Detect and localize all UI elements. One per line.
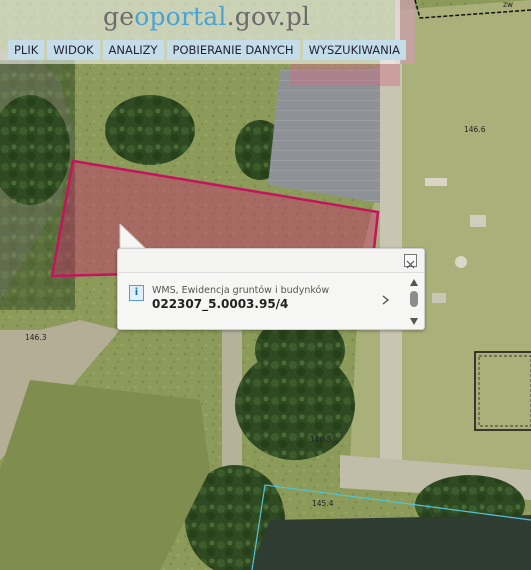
scrollbar-thumb[interactable] <box>410 291 418 307</box>
menu-pobieranie-danych[interactable]: POBIERANIE DANYCH <box>166 40 300 60</box>
popup-layer-name: WMS, Ewidencja gruntów i budynków <box>152 285 330 296</box>
elevation-label: 145.4 <box>312 499 334 508</box>
elevation-label: 146.8 <box>310 435 332 444</box>
feature-info-popup: i WMS, Ewidencja gruntów i budynków 0223… <box>117 248 425 330</box>
corner-label: zw <box>503 0 514 9</box>
popup-parcel-id: 022307_5.0003.95/4 <box>152 297 289 311</box>
close-icon[interactable] <box>404 254 417 269</box>
chevron-right-icon[interactable] <box>380 294 392 306</box>
menu-widok[interactable]: WIDOK <box>47 40 100 60</box>
elevation-label: 146.6 <box>464 125 486 134</box>
scroll-up-icon[interactable] <box>410 279 418 286</box>
scroll-down-icon[interactable] <box>410 318 418 325</box>
main-menu: PLIK WIDOK ANALIZY POBIERANIE DANYCH WYS… <box>8 40 409 60</box>
popup-titlebar <box>118 249 424 273</box>
popup-tail <box>119 224 147 250</box>
geoportal-logo[interactable]: geoportal.gov.pl <box>103 2 310 31</box>
app-header: geoportal.gov.pl PLIK WIDOK ANALIZY POBI… <box>0 0 406 64</box>
info-icon: i <box>129 285 144 301</box>
menu-wyszukiwania[interactable]: WYSZUKIWANIA <box>302 40 406 60</box>
popup-scrollbar[interactable] <box>408 279 420 325</box>
menu-plik[interactable]: PLIK <box>8 40 45 60</box>
elevation-label: 146.3 <box>25 333 47 342</box>
menu-analizy[interactable]: ANALIZY <box>102 40 164 60</box>
